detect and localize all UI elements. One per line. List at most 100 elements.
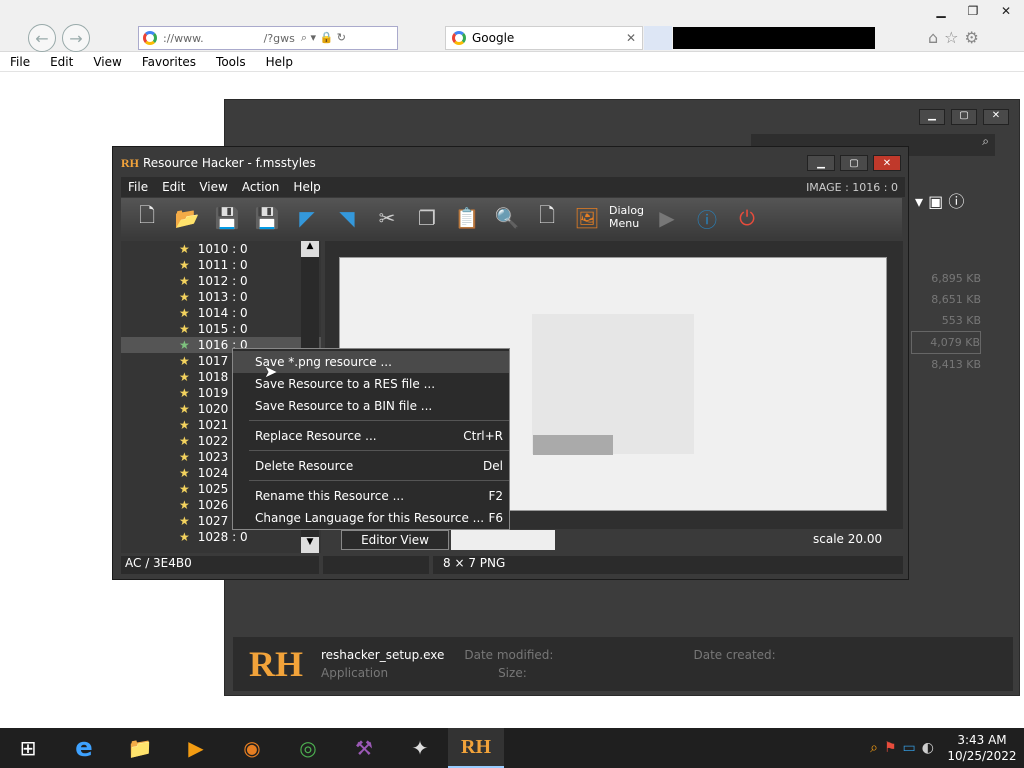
tree-item[interactable]: ★ 1028 : 0 <box>121 529 321 545</box>
start-windows-icon[interactable]: ⊞ <box>0 728 56 768</box>
dialog-menu-icon[interactable]: Dialog Menu <box>609 201 645 235</box>
rh-menu-view[interactable]: View <box>192 180 234 194</box>
explorer-minimize-button[interactable]: ▁ <box>919 109 945 125</box>
tree-item[interactable]: ★ 1010 : 0 <box>121 241 321 257</box>
tree-item[interactable]: ★ 1011 : 0 <box>121 257 321 273</box>
play-icon[interactable]: ▶ <box>649 201 685 235</box>
explorer-close-button[interactable]: ✕ <box>983 109 1009 125</box>
save-as-icon[interactable]: 💾 <box>249 201 285 235</box>
rh-menu-file[interactable]: File <box>121 180 155 194</box>
clock[interactable]: 3:43 AM 10/25/2022 <box>940 732 1024 764</box>
star-icon: ★ <box>179 402 190 416</box>
rh-menu-help[interactable]: Help <box>286 180 327 194</box>
search-icon[interactable]: ⌕ ▾ 🔒 ↻ <box>301 31 346 45</box>
explorer-restore-button[interactable]: ▢ <box>951 109 977 125</box>
help-icon[interactable]: ▾ ▣ ⓘ <box>915 188 985 212</box>
app2-icon[interactable]: ✦ <box>392 728 448 768</box>
browser-menubar: File Edit View Favorites Tools Help <box>0 52 1024 72</box>
menu-item-delete[interactable]: Delete Resource Del <box>233 455 509 477</box>
menu-item-rename[interactable]: Rename this Resource ... F2 <box>233 485 509 507</box>
search-icon: ⌕ <box>870 740 878 756</box>
tab-google[interactable]: Google ✕ <box>445 26 643 50</box>
tree-item[interactable]: ★ 1013 : 0 <box>121 289 321 305</box>
file-sizes: 6,895 KB 8,651 KB 553 KB 4,079 KB 8,413 … <box>911 268 981 375</box>
menu-item-save-bin[interactable]: Save Resource to a BIN file ... <box>233 395 509 417</box>
chrome-icon[interactable]: ◎ <box>280 728 336 768</box>
rh-title: Resource Hacker - f.msstyles <box>143 156 316 170</box>
volume-icon: ◐ <box>921 740 934 756</box>
menu-separator <box>249 450 509 451</box>
app-icon[interactable]: ◉ <box>224 728 280 768</box>
minimize-button[interactable]: ▁ <box>926 2 956 19</box>
png-preview <box>532 314 694 454</box>
forward-button[interactable]: → <box>62 24 90 52</box>
menu-edit[interactable]: Edit <box>40 55 83 69</box>
media-player-icon[interactable]: ▶ <box>168 728 224 768</box>
detail-size-label: Size: <box>498 666 527 680</box>
menu-item-change-language[interactable]: Change Language for this Resource ... F6 <box>233 507 509 529</box>
google-icon <box>452 31 466 45</box>
tree-item[interactable]: ★ 1015 : 0 <box>121 321 321 337</box>
tray-icons[interactable]: ⌕ ⚑ ▭ ◐ <box>870 740 934 756</box>
menu-file[interactable]: File <box>0 55 40 69</box>
star-icon: ★ <box>179 530 190 544</box>
menu-tools[interactable]: Tools <box>206 55 256 69</box>
save-icon[interactable]: 💾 <box>209 201 245 235</box>
copy-icon[interactable]: ❐ <box>409 201 445 235</box>
restore-button[interactable]: ❐ <box>958 2 988 19</box>
scroll-up-icon[interactable]: ▲ <box>301 241 319 257</box>
rh-logo: RH <box>121 155 139 170</box>
rh-toolbar: 🗋 📂 💾 💾 ◤ ◥ ✂ ❐ 📋 🔍 🗋 🖼 Dialog Menu ▶ ⓘ ⏻ <box>121 198 902 238</box>
menu-view[interactable]: View <box>83 55 131 69</box>
search-icon[interactable]: 🔍 <box>489 201 525 235</box>
info-icon[interactable]: ⓘ <box>689 201 725 235</box>
browser-chrome: ▁ ❐ ✕ ← → ://www. /?gws ⌕ ▾ 🔒 ↻ Google ✕… <box>0 0 1024 52</box>
editor-view-tab[interactable]: Editor View <box>341 530 449 550</box>
rh-menu-edit[interactable]: Edit <box>155 180 192 194</box>
file-explorer-icon[interactable]: 📁 <box>112 728 168 768</box>
star-icon: ★ <box>179 290 190 304</box>
menu-separator <box>249 420 509 421</box>
tree-item[interactable]: ★ 1012 : 0 <box>121 273 321 289</box>
menu-separator <box>249 480 509 481</box>
menu-item-replace[interactable]: Replace Resource ... Ctrl+R <box>233 425 509 447</box>
rh-taskbar-icon[interactable]: RH <box>448 728 504 768</box>
new-file-icon[interactable]: 🗋 <box>129 201 165 235</box>
star-icon: ★ <box>179 434 190 448</box>
address-bar[interactable]: ://www. /?gws ⌕ ▾ 🔒 ↻ <box>138 26 398 50</box>
visual-studio-icon[interactable]: ⚒ <box>336 728 392 768</box>
forward-arrow-icon[interactable]: ◥ <box>329 201 365 235</box>
detail-type: Application <box>321 666 389 680</box>
cut-icon[interactable]: ✂ <box>369 201 405 235</box>
power-icon[interactable]: ⏻ <box>729 201 765 235</box>
rh-maximize-button[interactable]: ▢ <box>840 155 868 171</box>
rh-menu-action[interactable]: Action <box>235 180 287 194</box>
add-image-icon[interactable]: 🖼 <box>569 201 605 235</box>
scale-label: scale 20.00 <box>813 532 883 546</box>
home-star-gear-icons[interactable]: ⌂☆⚙ <box>928 28 985 47</box>
scroll-down-icon[interactable]: ▼ <box>301 537 319 553</box>
paste-icon[interactable]: 📋 <box>449 201 485 235</box>
new-tab-button[interactable] <box>644 26 672 50</box>
back-button[interactable]: ← <box>28 24 56 52</box>
rh-minimize-button[interactable]: ▁ <box>807 155 835 171</box>
google-icon <box>143 31 157 45</box>
rh-close-button[interactable]: ✕ <box>873 155 901 171</box>
detail-date-modified-label: Date modified: <box>464 648 554 662</box>
star-icon: ★ <box>179 370 190 384</box>
taskbar: ⊞ e 📁 ▶ ◉ ◎ ⚒ ✦ RH ⌕ ⚑ ▭ ◐ 3:43 AM 10/25… <box>0 728 1024 768</box>
ie-icon[interactable]: e <box>56 728 112 768</box>
close-button[interactable]: ✕ <box>990 2 1022 19</box>
back-arrow-icon[interactable]: ◤ <box>289 201 325 235</box>
open-folder-icon[interactable]: 📂 <box>169 201 205 235</box>
menu-favorites[interactable]: Favorites <box>132 55 206 69</box>
rh-app-icon: RH <box>249 644 303 684</box>
tab-close-icon[interactable]: ✕ <box>626 31 636 45</box>
status-offset: AC / 3E4B0 <box>121 556 319 574</box>
menu-help[interactable]: Help <box>256 55 303 69</box>
rh-titlebar: RH Resource Hacker - f.msstyles <box>113 147 908 179</box>
tree-item[interactable]: ★ 1014 : 0 <box>121 305 321 321</box>
star-icon: ★ <box>179 258 190 272</box>
binary-view-tab[interactable] <box>451 530 555 550</box>
add-resource-icon[interactable]: 🗋 <box>529 201 565 235</box>
